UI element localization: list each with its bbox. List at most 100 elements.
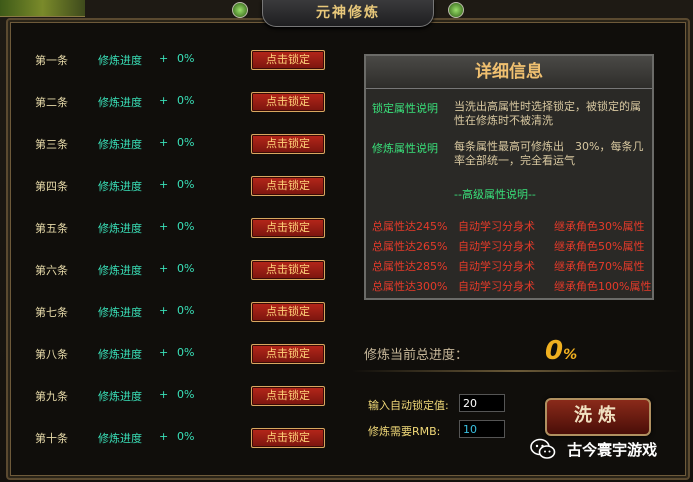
advanced-attr-c: 继承角色50%属性 [554,240,645,253]
corner-decoration [0,0,85,17]
auto-lock-label: 输入自动锁定值: [368,399,449,412]
lock-desc-label: 锁定属性说明 [372,102,438,115]
row-index: 第五条 [35,222,68,235]
advanced-attr-c: 继承角色100%属性 [554,280,652,293]
window-title-plate: 元神修炼 [262,0,434,27]
train-desc-label: 修炼属性说明 [372,142,438,155]
row-progress-label: 修炼进度 [98,432,142,445]
advanced-attr-a: 总属性达285% [372,260,448,273]
row-percent: 0% [177,178,195,191]
row-percent: 0% [177,388,195,401]
row-percent: 0% [177,136,195,149]
training-row: 第二条 修炼进度 +0% 点击锁定 [16,84,338,126]
row-progress-label: 修炼进度 [98,348,142,361]
row-plus: + [159,346,169,359]
row-plus: + [159,52,169,65]
row-index: 第二条 [35,96,68,109]
advanced-desc-heading: --高级属性说明-- [454,188,536,201]
training-row: 第五条 修炼进度 +0% 点击锁定 [16,210,338,252]
advanced-attr-c: 继承角色70%属性 [554,260,645,273]
watermark: 古今寰宇游戏 [530,438,657,464]
row-percent: 0% [177,430,195,443]
gem-icon [448,2,464,18]
row-plus: + [159,220,169,233]
train-desc-text: 每条属性最高可修炼出 30%，每条几率全部统一，完全看运气 [454,140,644,167]
progress-number: 0 [545,336,564,366]
watermark-text: 古今寰宇游戏 [567,440,658,459]
row-index: 第三条 [35,138,68,151]
training-row: 第八条 修炼进度 +0% 点击锁定 [16,336,338,378]
row-percent: 0% [177,94,195,107]
auto-lock-input[interactable]: 20 [459,394,505,412]
row-index: 第八条 [35,348,68,361]
row-percent: 0% [177,52,195,65]
lock-button[interactable]: 点击锁定 [251,134,325,154]
row-progress-label: 修炼进度 [98,222,142,235]
row-progress-label: 修炼进度 [98,96,142,109]
row-progress-label: 修炼进度 [98,306,142,319]
lock-button[interactable]: 点击锁定 [251,50,325,70]
advanced-attr-c: 继承角色30%属性 [554,220,645,233]
row-plus: + [159,94,169,107]
row-index: 第七条 [35,306,68,319]
info-header: 详细信息 [366,56,652,89]
row-plus: + [159,304,169,317]
lock-button[interactable]: 点击锁定 [251,92,325,112]
lock-button[interactable]: 点击锁定 [251,260,325,280]
row-plus: + [159,262,169,275]
training-row: 第九条 修炼进度 +0% 点击锁定 [16,378,338,420]
training-row: 第一条 修炼进度 +0% 点击锁定 [16,42,338,84]
training-row: 第七条 修炼进度 +0% 点击锁定 [16,294,338,336]
lock-button[interactable]: 点击锁定 [251,344,325,364]
wechat-icon [530,438,556,459]
total-progress-value: 0% [545,336,577,366]
row-index: 第一条 [35,54,68,67]
rmb-label: 修炼需要RMB: [368,425,441,438]
training-row: 第四条 修炼进度 +0% 点击锁定 [16,168,338,210]
row-plus: + [159,178,169,191]
game-window: 元神修炼 第一条 修炼进度 +0% 点击锁定 第二条 修炼进度 +0% 点击锁定 第三条 修炼进度… [0,0,693,482]
window-title: 元神修炼 [316,5,380,21]
row-index: 第六条 [35,264,68,277]
gem-icon [232,2,248,18]
wash-button[interactable]: 洗炼 [545,398,651,436]
lock-button[interactable]: 点击锁定 [251,302,325,322]
row-progress-label: 修炼进度 [98,390,142,403]
progress-unit: % [563,347,578,363]
detail-info-panel: 详细信息 锁定属性说明 当洗出高属性时选择锁定，被锁定的属性在修炼时不被清洗 修… [364,54,654,300]
row-percent: 0% [177,346,195,359]
row-progress-label: 修炼进度 [98,180,142,193]
row-plus: + [159,430,169,443]
lock-button[interactable]: 点击锁定 [251,386,325,406]
advanced-attr-a: 总属性达245% [372,220,448,233]
lock-button[interactable]: 点击锁定 [251,218,325,238]
advanced-attr-a: 总属性达265% [372,240,448,253]
row-progress-label: 修炼进度 [98,138,142,151]
training-rows: 第一条 修炼进度 +0% 点击锁定 第二条 修炼进度 +0% 点击锁定 第三条 修炼进度 +0% 点击… [16,42,338,462]
info-title: 详细信息 [475,62,543,82]
row-index: 第十条 [35,432,68,445]
row-percent: 0% [177,262,195,275]
divider [352,370,682,372]
lock-button[interactable]: 点击锁定 [251,176,325,196]
wash-button-label: 洗炼 [574,405,622,426]
row-plus: + [159,388,169,401]
row-plus: + [159,136,169,149]
rmb-input[interactable]: 10 [459,420,505,438]
row-index: 第九条 [35,390,68,403]
row-progress-label: 修炼进度 [98,54,142,67]
row-percent: 0% [177,304,195,317]
training-row: 第十条 修炼进度 +0% 点击锁定 [16,420,338,462]
training-row: 第三条 修炼进度 +0% 点击锁定 [16,126,338,168]
advanced-attr-b: 自动学习分身术 [458,280,535,293]
advanced-attr-a: 总属性达300% [372,280,448,293]
lock-desc-text: 当洗出高属性时选择锁定，被锁定的属性在修炼时不被清洗 [454,100,641,127]
advanced-attr-b: 自动学习分身术 [458,240,535,253]
advanced-attr-b: 自动学习分身术 [458,220,535,233]
row-percent: 0% [177,220,195,233]
advanced-attr-b: 自动学习分身术 [458,260,535,273]
lock-button[interactable]: 点击锁定 [251,428,325,448]
training-row: 第六条 修炼进度 +0% 点击锁定 [16,252,338,294]
row-progress-label: 修炼进度 [98,264,142,277]
total-progress-label: 修炼当前总进度： [364,348,469,363]
